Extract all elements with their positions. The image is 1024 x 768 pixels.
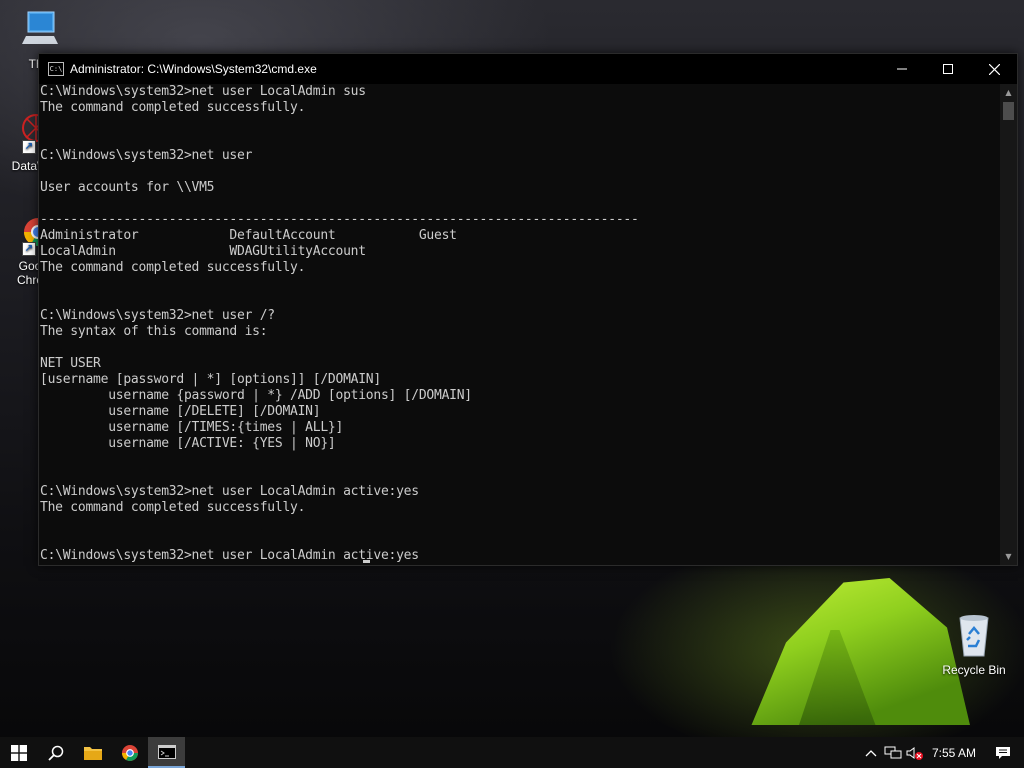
console-output[interactable]: C:\Windows\system32>net user LocalAdmin …	[39, 84, 999, 565]
console-line: The syntax of this command is:	[40, 324, 268, 339]
console-line: User accounts for \\VM5	[40, 180, 215, 195]
console-line: NET USER	[40, 356, 101, 371]
vertical-scrollbar[interactable]: ▲ ▼	[1000, 84, 1017, 565]
maximize-button[interactable]	[925, 54, 971, 84]
console-line: The command completed successfully.	[40, 100, 306, 115]
action-center-button[interactable]	[992, 737, 1014, 768]
close-button[interactable]	[971, 54, 1017, 84]
console-line: C:\Windows\system32>net user /?	[40, 308, 275, 323]
windows-logo-icon	[10, 744, 27, 761]
maximize-icon	[943, 64, 953, 74]
taskbar-clock[interactable]: 7:55 AM	[932, 746, 976, 760]
system-tray: 7:55 AM	[860, 737, 1024, 768]
window-title: Administrator: C:\Windows\System32\cmd.e…	[70, 62, 317, 76]
start-button[interactable]	[0, 737, 37, 768]
search-icon	[47, 745, 63, 761]
taskbar: 7:55 AM	[0, 737, 1024, 768]
text-cursor	[363, 548, 370, 563]
recycle-bin-icon	[952, 615, 996, 661]
console-line: username [/TIMES:{times | ALL}]	[40, 420, 344, 435]
volume-muted-icon	[906, 746, 923, 760]
cmd-window[interactable]: C:\ Administrator: C:\Windows\System32\c…	[38, 53, 1018, 566]
shortcut-arrow-icon: ↗	[22, 242, 36, 256]
volume-button[interactable]	[904, 737, 926, 768]
notification-icon	[996, 746, 1010, 759]
scrollbar-thumb[interactable]	[1003, 102, 1014, 120]
console-line: C:\Windows\system32>net user LocalAdmin …	[40, 84, 366, 99]
chrome-taskbar-button[interactable]	[111, 737, 148, 768]
desktop-icon-label: Recycle Bin	[942, 663, 1006, 677]
close-icon	[988, 63, 1000, 75]
console-line: ----------------------------------------…	[40, 212, 639, 227]
console-text: C:\Windows\system32>net user LocalAdmin …	[39, 84, 999, 564]
minimize-button[interactable]	[879, 54, 925, 84]
folder-icon	[83, 747, 102, 760]
console-line: [username [password | *] [options]] [/DO…	[40, 372, 381, 387]
scroll-down-arrow-icon[interactable]: ▼	[1000, 548, 1017, 565]
console-line: username {password | *} /ADD [options] […	[40, 388, 472, 403]
console-current-line[interactable]: C:\Windows\system32>net user LocalAdmin …	[40, 548, 999, 564]
chevron-up-icon	[865, 749, 877, 756]
network-button[interactable]	[882, 737, 904, 768]
cmd-taskbar-button[interactable]	[148, 737, 185, 768]
file-explorer-button[interactable]	[74, 737, 111, 768]
scroll-up-arrow-icon[interactable]: ▲	[1000, 84, 1017, 101]
network-icon	[884, 746, 902, 758]
console-line: The command completed successfully.	[40, 500, 306, 515]
console-line: username [/DELETE] [/DOMAIN]	[40, 404, 321, 419]
search-button[interactable]	[37, 737, 74, 768]
console-line: Administrator DefaultAccount Guest	[40, 228, 457, 243]
console-line: LocalAdmin WDAGUtilityAccount	[40, 244, 366, 259]
console-line: The command completed successfully.	[40, 260, 306, 275]
cmd-app-icon[interactable]: C:\	[48, 62, 64, 76]
shortcut-arrow-icon: ↗	[22, 140, 36, 154]
desktop-icon-recycle-bin[interactable]: Recycle Bin	[939, 612, 1009, 677]
chrome-icon	[121, 744, 138, 761]
cmd-icon	[157, 744, 176, 759]
console-line: C:\Windows\system32>net user LocalAdmin …	[40, 484, 419, 499]
show-hidden-icons-button[interactable]	[860, 737, 882, 768]
window-titlebar[interactable]: C:\ Administrator: C:\Windows\System32\c…	[39, 54, 1017, 84]
console-line: username [/ACTIVE: {YES | NO}]	[40, 436, 336, 451]
minimize-icon	[897, 68, 907, 70]
console-line: C:\Windows\system32>net user	[40, 148, 253, 163]
